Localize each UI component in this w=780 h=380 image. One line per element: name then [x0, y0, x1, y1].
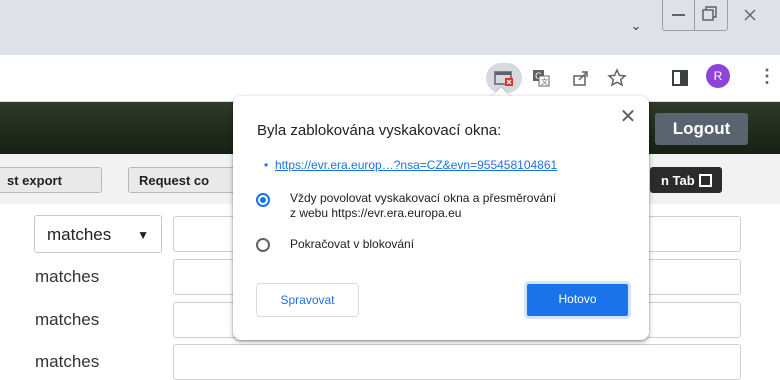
- match-select[interactable]: matches ▼: [34, 215, 162, 253]
- filter-input-4[interactable]: [173, 344, 741, 380]
- match-label: matches: [35, 352, 100, 371]
- menu-icon[interactable]: ⋮: [758, 64, 776, 88]
- profile-avatar[interactable]: R: [706, 64, 730, 88]
- title-bar: ⌄: [0, 0, 780, 55]
- option-allow-line2: z webu https://evr.era.europa.eu: [290, 206, 462, 220]
- browser-toolbar: G文: [0, 55, 780, 102]
- match-label: matches: [35, 310, 100, 329]
- bookmark-star-icon[interactable]: [604, 65, 630, 91]
- radio-block[interactable]: [256, 238, 270, 252]
- new-tab-label: n Tab: [661, 173, 695, 188]
- option-block-label[interactable]: Pokračovat v blokování: [290, 237, 414, 252]
- request-button[interactable]: Request co: [128, 167, 248, 193]
- option-allow-label[interactable]: Vždy povolovat vyskakovací okna a přesmě…: [290, 191, 556, 221]
- close-icon[interactable]: ✕: [617, 106, 639, 128]
- chevron-down-icon: ▼: [137, 228, 149, 242]
- svg-text:文: 文: [541, 77, 548, 86]
- match-label: matches: [35, 267, 100, 286]
- share-icon[interactable]: [568, 65, 594, 91]
- open-new-tab-button[interactable]: n Tab: [650, 167, 722, 193]
- blocked-popup-link[interactable]: https://evr.era.europ…?nsa=CZ&evn=955458…: [264, 158, 557, 172]
- external-link-icon: [698, 174, 712, 187]
- logout-button[interactable]: Logout: [655, 113, 748, 145]
- request-export-button[interactable]: st export: [0, 167, 102, 193]
- option-allow-line1: Vždy povolovat vyskakovací okna a přesmě…: [290, 191, 557, 205]
- minimize-icon[interactable]: [662, 0, 696, 32]
- restore-icon[interactable]: [694, 0, 728, 32]
- translate-icon[interactable]: G文: [528, 65, 554, 91]
- tab-search-chevron-icon[interactable]: ⌄: [628, 18, 644, 34]
- done-button[interactable]: Hotovo: [524, 281, 631, 319]
- side-panel-icon[interactable]: [667, 65, 693, 91]
- match-select-value: matches: [47, 225, 112, 244]
- radio-allow[interactable]: [256, 193, 270, 207]
- bubble-title: Byla zablokována vyskakovací okna:: [257, 122, 502, 139]
- manage-button[interactable]: Spravovat: [256, 283, 359, 317]
- close-icon[interactable]: [734, 0, 768, 32]
- popup-blocked-icon[interactable]: [486, 63, 522, 93]
